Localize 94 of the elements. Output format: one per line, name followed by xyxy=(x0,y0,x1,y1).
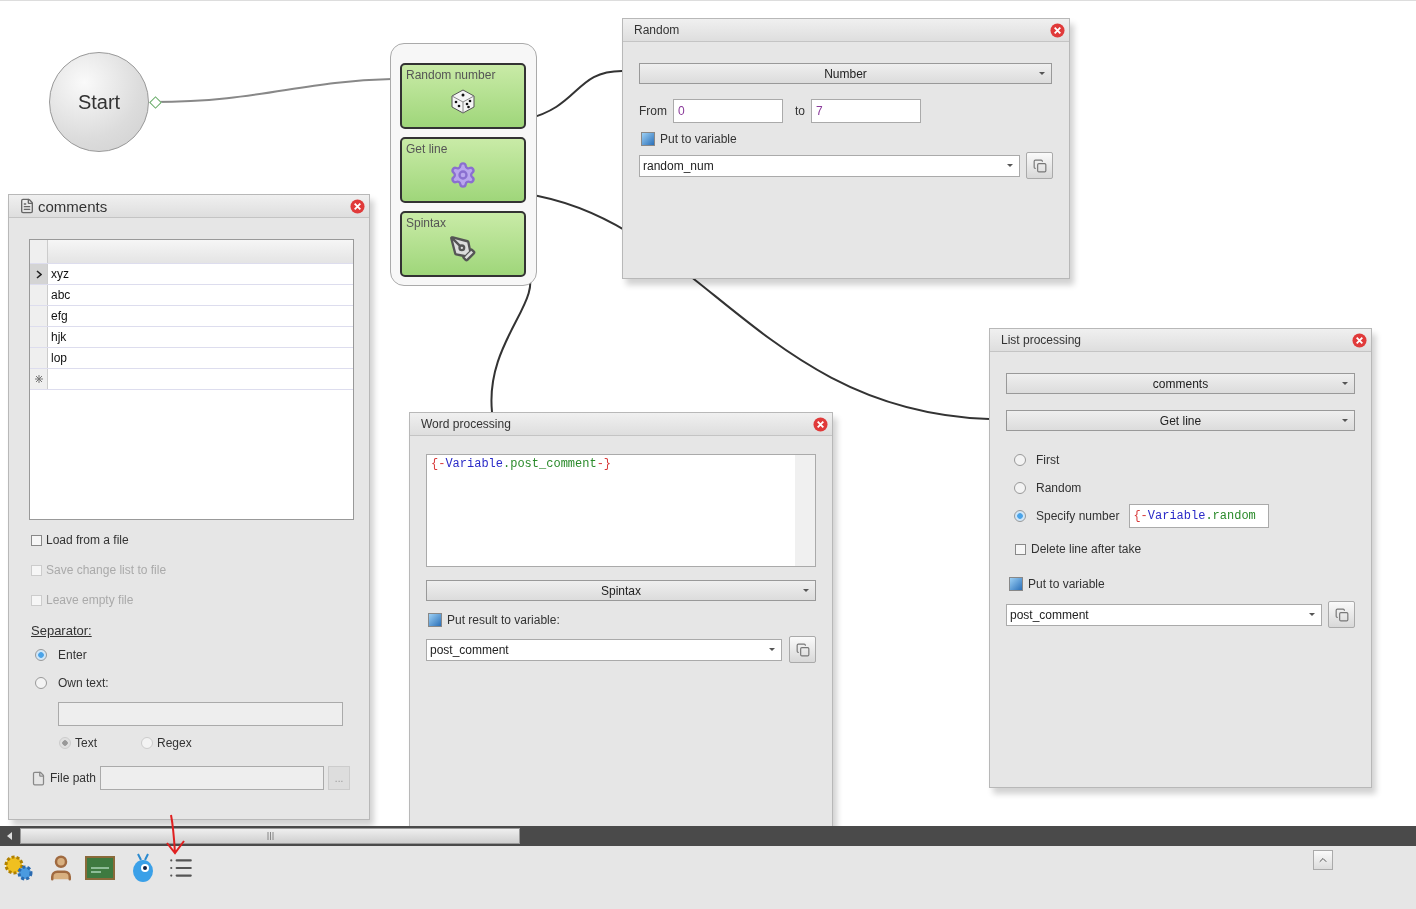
code-token: .post_comment xyxy=(503,457,597,471)
close-icon[interactable] xyxy=(1050,22,1065,38)
to-field[interactable]: 7 xyxy=(811,99,921,123)
variable-combo[interactable]: random_num xyxy=(639,154,1020,177)
copy-icon xyxy=(795,642,810,657)
own-text-field[interactable] xyxy=(58,702,343,726)
start-node[interactable]: Start xyxy=(49,52,149,152)
new-row-icon xyxy=(34,375,43,383)
checkbox[interactable] xyxy=(1015,543,1026,555)
code-token: {- xyxy=(431,457,446,471)
list-cell-text: efg xyxy=(50,308,69,325)
from-field[interactable]: 0 xyxy=(673,99,783,123)
document-icon xyxy=(19,198,35,214)
pen-icon xyxy=(449,235,477,263)
panel-title: List processing xyxy=(1001,333,1082,347)
code-token: Variable xyxy=(445,457,503,471)
mode-select[interactable]: Spintax xyxy=(426,580,816,601)
checkbox[interactable] xyxy=(31,534,42,546)
close-icon[interactable] xyxy=(350,198,365,214)
panel-title: Random xyxy=(634,23,680,37)
file-path-field[interactable] xyxy=(100,766,325,790)
code-token: {- xyxy=(1133,509,1148,523)
checkbox[interactable] xyxy=(641,132,655,146)
action-select[interactable]: Get line xyxy=(1006,410,1355,431)
list-cell-text: xyz xyxy=(50,266,70,283)
variable-combo[interactable]: post_comment xyxy=(426,638,782,661)
panel-title: comments xyxy=(38,197,108,215)
list-select[interactable]: comments xyxy=(1006,373,1355,394)
option-label: Load from a file xyxy=(46,533,129,547)
action-node[interactable]: Random number xyxy=(400,63,526,129)
checkbox[interactable] xyxy=(428,613,442,627)
row-pointer-icon xyxy=(35,269,42,279)
file-icon xyxy=(31,770,46,786)
caret-icon xyxy=(769,647,775,652)
caret-icon xyxy=(1039,72,1045,76)
close-icon[interactable] xyxy=(813,416,828,432)
radio-label: First xyxy=(1036,453,1060,467)
radio-button[interactable] xyxy=(35,649,47,661)
copy-button[interactable] xyxy=(1026,152,1053,179)
caret-icon xyxy=(1007,163,1013,168)
option-label: Save change list to file xyxy=(46,563,167,577)
caret-icon xyxy=(803,589,809,593)
caret-icon xyxy=(1342,419,1348,423)
radio-button[interactable] xyxy=(1014,454,1026,466)
scrollbar-thumb[interactable] xyxy=(20,828,520,844)
list-cell-text: lop xyxy=(50,350,68,367)
checkbox[interactable] xyxy=(1009,577,1023,591)
code-token: -} xyxy=(596,457,612,471)
dice-icon xyxy=(449,87,477,115)
copy-icon xyxy=(1032,158,1047,173)
gear-icon xyxy=(449,161,477,189)
type-select[interactable]: Number xyxy=(639,63,1052,84)
to-label: to xyxy=(795,104,805,118)
action-node[interactable]: Get line xyxy=(400,137,526,203)
row-header[interactable] xyxy=(30,264,48,284)
action-node[interactable]: Spintax xyxy=(400,211,526,277)
radio-label: Text xyxy=(75,736,97,750)
caret-icon xyxy=(1309,612,1315,617)
grip-icon xyxy=(266,832,274,840)
radio-button[interactable] xyxy=(1014,482,1026,494)
radio-button[interactable] xyxy=(1014,510,1026,522)
separator-label: Separator: xyxy=(31,623,92,638)
list-cell-text: hjk xyxy=(50,329,68,346)
annotation-arrow xyxy=(163,813,187,855)
list-cell-text: abc xyxy=(50,287,72,304)
variable-combo[interactable]: post_comment xyxy=(1006,603,1322,626)
copy-button[interactable] xyxy=(1328,601,1355,628)
header-corner xyxy=(30,240,48,263)
from-label: From xyxy=(639,104,667,118)
checkbox-label: Delete line after take xyxy=(1031,542,1142,556)
checkbox-label: Put to variable xyxy=(660,132,737,146)
copy-button[interactable] xyxy=(789,636,816,663)
code-token: .random xyxy=(1205,509,1256,523)
radio-label: Specify number xyxy=(1036,509,1120,523)
radio-label: Regex xyxy=(157,736,192,750)
scroll-left-icon[interactable] xyxy=(6,832,12,840)
scroll-up-button[interactable] xyxy=(1313,850,1333,870)
row-header[interactable] xyxy=(30,369,48,389)
number-field[interactable]: {-Variable.random xyxy=(1129,504,1270,528)
port-handle[interactable] xyxy=(149,96,162,109)
panel-title: Word processing xyxy=(421,417,511,431)
copy-icon xyxy=(1334,607,1349,622)
checkbox-label: Put to variable xyxy=(1028,577,1105,591)
radio-label: Random xyxy=(1036,481,1082,495)
close-icon[interactable] xyxy=(1352,332,1367,348)
radio-label: Own text: xyxy=(58,676,109,690)
caret-icon xyxy=(1342,382,1348,386)
script-editor[interactable]: {-Variable.post_comment-} xyxy=(426,454,816,567)
file-path-label: File path xyxy=(50,771,97,785)
radio-button[interactable] xyxy=(35,677,47,689)
radio-label: Enter xyxy=(58,648,87,662)
option-label: Leave empty file xyxy=(46,593,134,607)
checkbox-label: Put result to variable: xyxy=(447,613,560,627)
code-token: Variable xyxy=(1147,509,1206,523)
